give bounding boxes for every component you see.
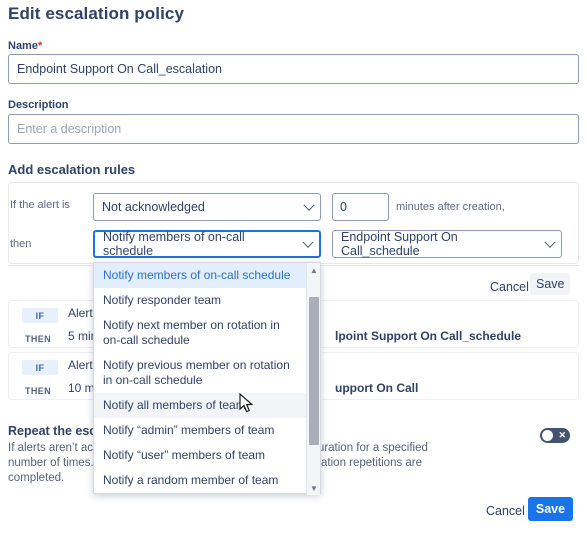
dropdown-option[interactable]: Notify next member on rotation in on-cal… (94, 313, 306, 353)
target-select-value: Endpoint Support On Call_schedule (341, 230, 458, 258)
name-input[interactable] (8, 54, 579, 84)
minutes-suffix-label: minutes after creation, (396, 201, 505, 213)
rule-then-target-text: lpoint Support On Call_schedule (335, 329, 522, 343)
name-label-text: Name (8, 40, 38, 52)
description-field-label: Description (8, 99, 69, 111)
page-title: Edit escalation policy (8, 4, 185, 23)
rule-cancel-button[interactable]: Cancel (484, 276, 535, 298)
dropdown-option[interactable]: Notify all members of team (94, 393, 306, 418)
target-schedule-select[interactable]: Endpoint Support On Call_schedule (332, 230, 562, 258)
edit-escalation-policy-page: Edit escalation policy Name* Description… (0, 0, 587, 540)
if-the-alert-is-label: If the alert is (10, 199, 70, 211)
dropdown-option-list: Notify members of on-call schedule Notify… (94, 263, 306, 493)
condition-select-value: Not acknowledged (102, 200, 205, 214)
minutes-input[interactable] (332, 193, 389, 221)
repeat-desc-line2-left: number of times. Y (8, 457, 105, 469)
dropdown-scrollbar[interactable]: ▲ ▼ (306, 263, 320, 495)
name-field-label: Name* (8, 40, 42, 52)
chevron-down-icon (544, 236, 556, 248)
action-select-value: Notify members of on-call schedule (103, 230, 245, 258)
repeat-desc-line1-left: If alerts aren’t ackn (8, 442, 106, 454)
repeat-escalation-toggle[interactable]: ✕ (540, 428, 570, 443)
repeat-escalation-heading: Repeat the escal (8, 424, 107, 438)
dropdown-option[interactable]: Notify responder team (94, 288, 306, 313)
chevron-down-icon[interactable]: ▼ (307, 481, 321, 495)
rule-if-badge: IF (22, 360, 58, 375)
dropdown-option[interactable]: Notify previous member on rotation in on… (94, 353, 306, 393)
repeat-desc-line3-left: completed. (8, 472, 65, 484)
rule-save-button[interactable]: Save (530, 273, 570, 295)
dropdown-option[interactable]: Notify “admin” members of team (94, 418, 306, 443)
required-asterisk: * (37, 40, 43, 52)
action-dropdown-menu[interactable]: Notify members of on-call schedule Notify… (93, 262, 321, 495)
scrollbar-thumb[interactable] (309, 297, 319, 445)
chevron-down-icon (303, 199, 315, 211)
rule-if-badge: IF (22, 308, 58, 323)
cancel-button[interactable]: Cancel (480, 500, 531, 522)
add-escalation-rules-heading: Add escalation rules (8, 162, 136, 177)
rule-then-target-text: upport On Call (335, 381, 419, 395)
action-select[interactable]: Notify members of on-call schedule (93, 230, 321, 258)
condition-select[interactable]: Not acknowledged (93, 193, 321, 221)
dropdown-option[interactable]: Notify members of on-call schedule (94, 263, 306, 288)
then-label: then (10, 238, 32, 250)
chevron-down-icon (302, 236, 314, 248)
toggle-knob (542, 430, 553, 441)
description-input[interactable] (8, 114, 579, 144)
close-icon: ✕ (558, 430, 566, 440)
rule-then-badge: THEN (24, 385, 52, 396)
chevron-up-icon[interactable]: ▲ (307, 263, 321, 277)
rule-then-badge: THEN (24, 333, 52, 344)
save-button[interactable]: Save (528, 497, 573, 521)
dropdown-option[interactable]: Notify “user” members of team (94, 443, 306, 468)
dropdown-option[interactable]: Notify a random member of team (94, 468, 306, 493)
